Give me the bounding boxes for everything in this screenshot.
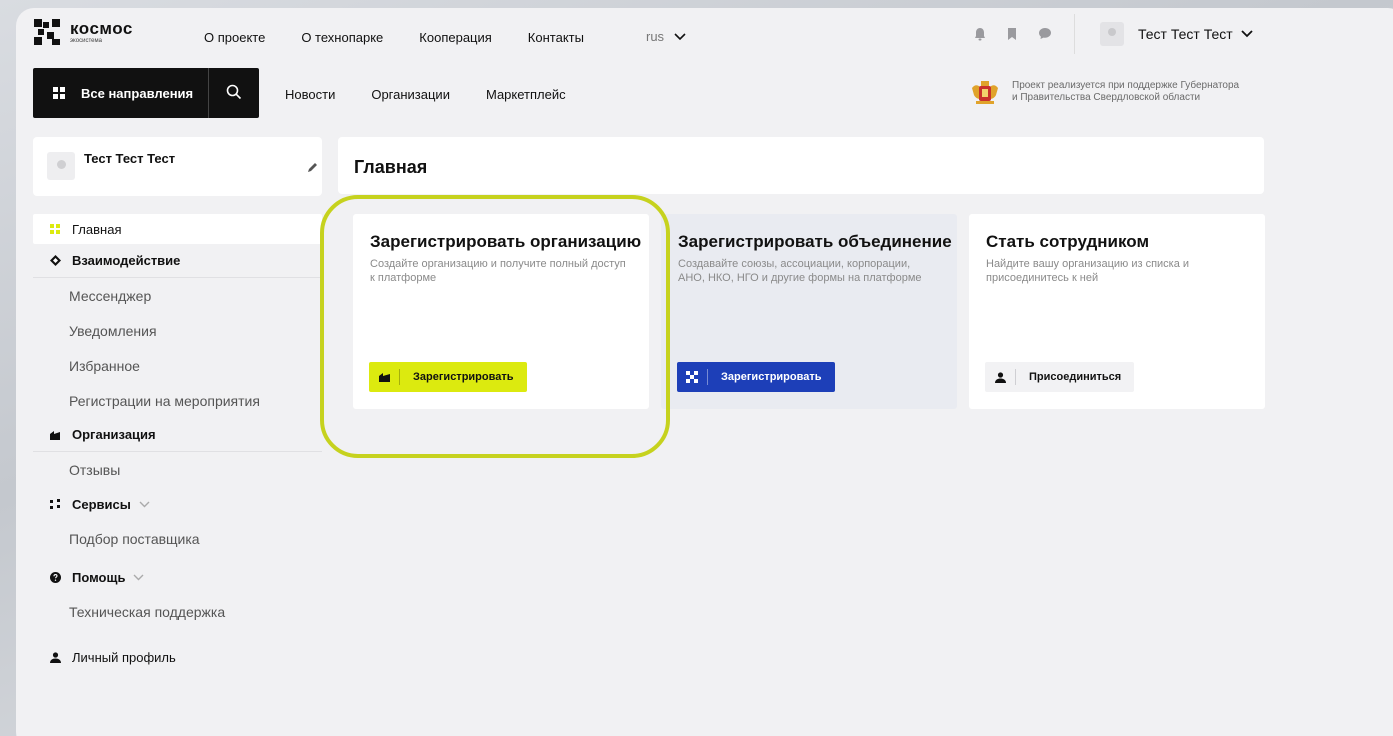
join-button[interactable]: Присоединиться [985,362,1135,392]
sidebar: Главная Взаимодействие Мессенджер Уведом… [33,214,322,674]
sidebar-item-messenger[interactable]: Мессенджер [33,278,322,313]
building-icon [50,430,64,440]
avatar [1100,22,1124,46]
bell-icon[interactable] [974,27,986,41]
logo[interactable]: космос экосистема [34,19,133,45]
language-value: rus [646,29,665,44]
sidebar-item-notifications[interactable]: Уведомления [33,313,322,348]
dots-grid-icon [50,499,64,509]
header-divider [1074,14,1075,54]
grid-icon [53,87,65,99]
sidebar-item-label: Личный профиль [72,649,176,665]
register-association-button[interactable]: Зарегистрировать [677,362,835,392]
sidebar-item-main[interactable]: Главная [33,214,322,244]
support-text-line2: и Правительства Свердловской области [1012,92,1201,103]
nav-about-project[interactable]: О проекте [204,30,265,45]
sidebar-item-personal-profile[interactable]: Личный профиль [33,640,322,674]
grid-icon [50,224,64,234]
support-notice: Проект реализуется при поддержке Губерна… [970,80,1239,106]
logo-subtitle: экосистема [70,38,102,44]
button-label: Зарегистрировать [413,371,514,383]
sidebar-section-help[interactable]: Помощь [33,560,322,594]
network-icon [677,371,707,383]
card-register-organization: Зарегистрировать организацию Создайте ор… [353,214,649,409]
sidebar-section-label: Взаимодействие [72,253,181,268]
support-text-line1: Проект реализуется при поддержке Губерна… [1012,80,1240,91]
all-directions-bar: Все направления [33,68,259,118]
sidebar-section-interaction[interactable]: Взаимодействие [33,244,322,278]
chat-icon[interactable] [1038,27,1052,41]
profile-card: Тест Тест Тест [33,137,322,196]
diamond-icon [50,255,64,266]
sidebar-item-event-registrations[interactable]: Регистрации на мероприятия [33,383,322,418]
chevron-down-icon [674,32,686,40]
nav-contacts[interactable]: Контакты [528,30,584,45]
chevron-down-icon [1241,30,1253,38]
question-icon [50,571,64,583]
sidebar-section-services[interactable]: Сервисы [33,487,322,521]
coat-of-arms-icon [972,81,998,104]
bookmark-icon[interactable] [1007,27,1017,41]
logo-title: космос [70,19,133,38]
card-description: Найдите вашу организацию из списка и при… [986,258,1190,284]
avatar [47,152,75,180]
app-window: космос экосистема О проекте О технопарке… [16,8,1393,736]
nav-marketplace[interactable]: Маркетплейс [486,87,566,102]
button-label: Зарегистрировать [721,371,822,383]
page-header: Главная [338,137,1264,194]
sidebar-item-reviews[interactable]: Отзывы [33,452,322,487]
search-icon[interactable] [226,84,242,105]
chevron-down-icon[interactable] [139,501,150,508]
sidebar-item-favorites[interactable]: Избранное [33,348,322,383]
pencil-icon[interactable] [306,161,319,179]
chevron-down-icon[interactable] [133,574,144,581]
user-menu[interactable]: Тест Тест Тест [1100,22,1253,46]
nav-news[interactable]: Новости [285,87,335,102]
sidebar-section-label: Организация [72,427,156,442]
sidebar-item-supplier-selection[interactable]: Подбор поставщика [33,521,322,556]
card-description: Создайте организацию и получите полный д… [370,258,626,284]
button-label: Присоединиться [1029,371,1122,383]
building-icon [369,372,399,382]
user-name: Тест Тест Тест [1138,26,1233,42]
sidebar-item-tech-support[interactable]: Техническая поддержка [33,594,322,629]
card-register-association: Зарегистрировать объединение Создавайте … [661,214,957,409]
card-title: Зарегистрировать организацию [370,232,642,251]
all-directions-button[interactable]: Все направления [81,86,193,101]
nav-about-technopark[interactable]: О технопарке [301,30,383,45]
sidebar-section-organization[interactable]: Организация [33,418,322,452]
logo-mark-icon [34,19,60,45]
card-title: Зарегистрировать объединение [678,232,952,251]
language-selector[interactable]: rus [646,29,686,44]
nav-organizations[interactable]: Организации [371,87,450,102]
register-organization-button[interactable]: Зарегистрировать [369,362,527,392]
sidebar-section-label: Помощь [72,569,126,585]
card-title: Стать сотрудником [986,232,1150,251]
divider [208,68,209,118]
card-description: Создавайте союзы, ассоциации, корпорации… [678,258,922,284]
sidebar-item-label: Главная [72,221,122,237]
secondary-nav: Новости Организации Маркетплейс [285,87,602,102]
user-icon [50,651,64,663]
nav-cooperation[interactable]: Кооперация [419,30,492,45]
page-title: Главная [354,157,428,177]
card-become-employee: Стать сотрудником Найдите вашу организац… [969,214,1265,409]
top-header: космос экосистема О проекте О технопарке… [16,8,1393,58]
top-nav: О проекте О технопарке Кооперация Контак… [204,30,620,45]
header-icons [974,27,1073,41]
profile-name: Тест Тест Тест [84,151,176,166]
user-icon [985,371,1015,383]
sidebar-section-label: Сервисы [72,496,131,512]
